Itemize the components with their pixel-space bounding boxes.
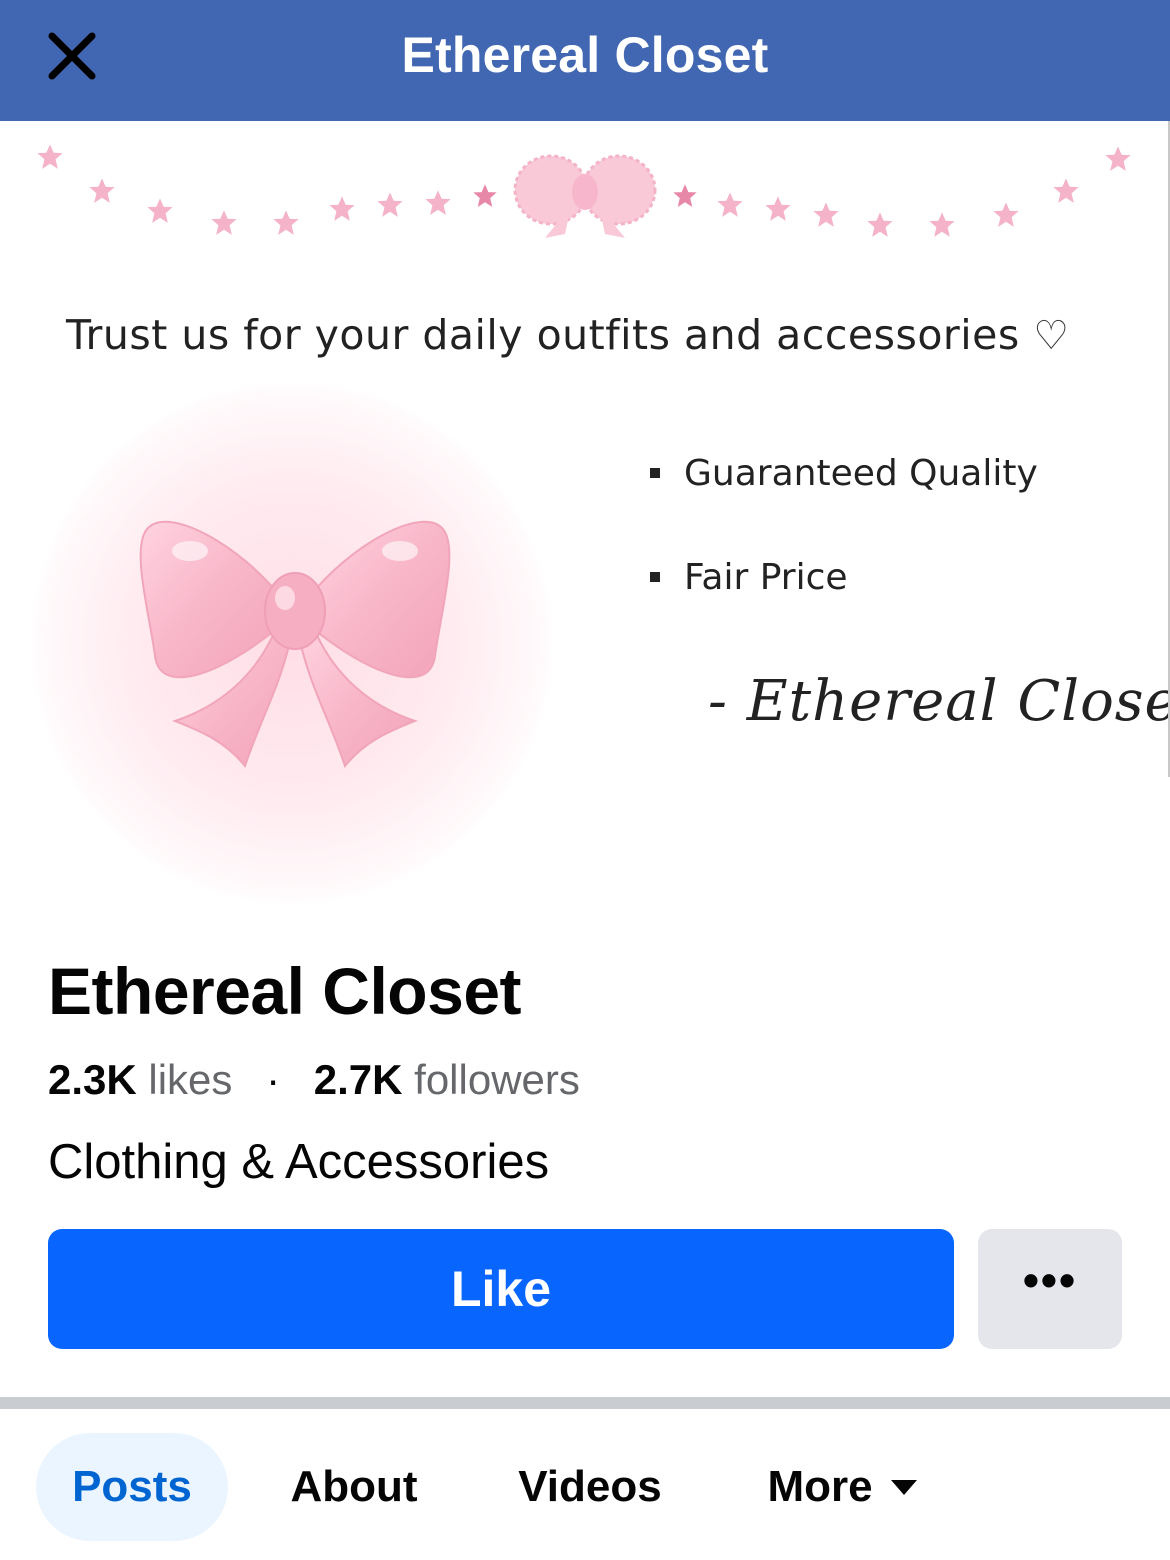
pink-bow-illustration: [139, 520, 451, 769]
bullet-item: Fair Price: [650, 555, 1038, 599]
like-button[interactable]: Like: [48, 1229, 954, 1349]
tab-label: More: [767, 1462, 873, 1511]
likes-label[interactable]: likes: [148, 1056, 232, 1103]
more-options-button[interactable]: •••: [978, 1229, 1122, 1349]
cover-tagline: Trust us for your daily outfits and acce…: [66, 311, 1070, 359]
tab-about[interactable]: About: [268, 1433, 440, 1541]
stats-separator: ·: [266, 1056, 281, 1103]
ellipsis-icon: •••: [1022, 1254, 1078, 1306]
tab-label: About: [290, 1462, 418, 1511]
heart-icon: ♡: [1033, 313, 1070, 359]
tab-label: Videos: [518, 1462, 662, 1511]
likes-count[interactable]: 2.3K: [48, 1056, 137, 1103]
followers-count[interactable]: 2.7K: [314, 1056, 403, 1103]
section-divider: [0, 1397, 1170, 1409]
followers-label[interactable]: followers: [414, 1056, 580, 1103]
page-name: Ethereal Closet: [48, 954, 522, 1028]
bullet-icon: [650, 572, 660, 582]
cover-bullet-list: Guaranteed Quality Fair Price: [650, 451, 1038, 659]
top-bar: Ethereal Closet: [0, 0, 1170, 121]
tab-videos[interactable]: Videos: [494, 1433, 686, 1541]
star-garland-decoration: [37, 144, 1131, 238]
tab-more[interactable]: More: [742, 1433, 942, 1541]
cover-photo[interactable]: Trust us for your daily outfits and acce…: [0, 121, 1170, 951]
tab-label: Posts: [72, 1462, 192, 1511]
bullet-icon: [650, 468, 660, 478]
caret-down-icon: [890, 1479, 917, 1495]
tagline-text: Trust us for your daily outfits and acce…: [66, 311, 1020, 359]
page-stats: 2.3K likes · 2.7K followers: [48, 1056, 580, 1104]
bullet-item: Guaranteed Quality: [650, 451, 1038, 495]
bullet-text: Guaranteed Quality: [684, 452, 1038, 494]
profile-tabs: Posts About Videos More: [0, 1409, 1170, 1560]
tab-posts[interactable]: Posts: [36, 1433, 228, 1541]
cover-signature: - Ethereal Closet -: [708, 669, 1170, 734]
page-category: Clothing & Accessories: [48, 1135, 550, 1189]
page-title: Ethereal Closet: [401, 27, 769, 83]
bullet-text: Fair Price: [684, 556, 848, 598]
